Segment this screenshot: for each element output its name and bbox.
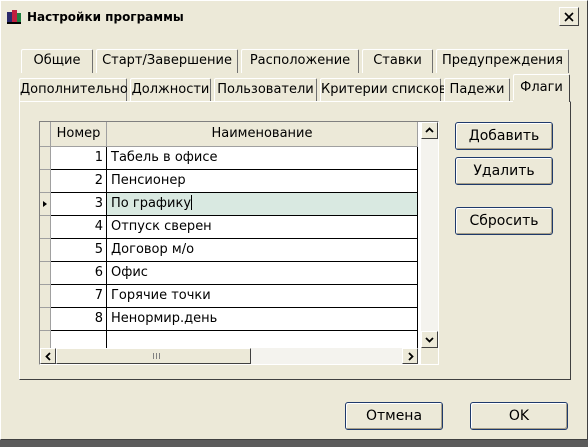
tab-start-finish[interactable]: Старт/Завершение [96, 49, 238, 73]
scroll-right-icon [408, 352, 414, 361]
table-row[interactable]: 2 Пенсионер [40, 170, 418, 193]
cell-number[interactable]: 6 [51, 262, 107, 285]
cell-name-editing[interactable]: По графику [107, 193, 418, 216]
background-strip [0, 440, 588, 447]
cell-number[interactable]: 8 [51, 308, 107, 331]
scroll-up-icon [425, 127, 434, 133]
cell-number[interactable]: 7 [51, 285, 107, 308]
cell-name[interactable]: Договор м/о [107, 239, 418, 262]
tab-warnings[interactable]: Предупреждения [436, 49, 569, 73]
row-indicator[interactable] [40, 331, 51, 348]
cancel-button[interactable]: Отмена [345, 402, 443, 430]
cell-name[interactable]: Горячие точки [107, 285, 418, 308]
cell-number[interactable]: 5 [51, 239, 107, 262]
horizontal-scrollbar[interactable] [40, 348, 418, 364]
table-row[interactable]: 4 Отпуск сверен [40, 216, 418, 239]
cell-name[interactable]: Ненормир.день [107, 308, 418, 331]
scrollbar-corner [421, 348, 438, 364]
reset-button[interactable]: Сбросить [455, 207, 553, 235]
table-row[interactable]: 1 Табель в офисе [40, 147, 418, 170]
table-row[interactable]: 6 Офис [40, 262, 418, 285]
column-header-name[interactable]: Наименование [107, 122, 418, 147]
cell-number[interactable]: 3 [51, 193, 107, 216]
close-icon [564, 12, 574, 22]
scroll-right-button[interactable] [402, 348, 418, 364]
cell-number[interactable]: 4 [51, 216, 107, 239]
cell-name[interactable]: Пенсионер [107, 170, 418, 193]
table-row[interactable] [40, 331, 418, 348]
table-header: Номер Наименование [40, 122, 418, 147]
add-button[interactable]: Добавить [455, 122, 553, 150]
thumb-grip [153, 353, 161, 359]
text-caret [191, 195, 193, 210]
active-tab-join [513, 100, 569, 103]
tab-list-criteria[interactable]: Критерии списков [320, 78, 447, 102]
settings-dialog: Настройки программы Общие Старт/Завершен… [0, 0, 588, 440]
vertical-scrollbar[interactable] [421, 122, 438, 348]
row-indicator[interactable] [40, 170, 51, 193]
tab-cases[interactable]: Падежи [444, 78, 510, 102]
row-indicator[interactable] [40, 262, 51, 285]
table-row[interactable]: 7 Горячие точки [40, 285, 418, 308]
row-indicator[interactable] [40, 239, 51, 262]
cell-name[interactable]: Отпуск сверен [107, 216, 418, 239]
app-icon [7, 10, 21, 24]
table-row[interactable]: 8 Ненормир.день [40, 308, 418, 331]
tab-layout[interactable]: Расположение [241, 49, 359, 73]
delete-button[interactable]: Удалить [455, 157, 553, 185]
tab-general[interactable]: Общие [21, 49, 93, 73]
cell-name-text: По графику [111, 196, 192, 211]
tab-positions[interactable]: Должности [130, 78, 211, 102]
tab-rates[interactable]: Ставки [362, 49, 433, 73]
table-row-selected[interactable]: 3 По графику [40, 193, 418, 216]
row-indicator[interactable] [40, 285, 51, 308]
title-bar[interactable]: Настройки программы [3, 4, 585, 30]
tab-users[interactable]: Пользователи [214, 78, 317, 102]
scroll-left-button[interactable] [40, 348, 56, 364]
scroll-left-icon [45, 352, 51, 361]
tab-additional[interactable]: Дополнительно [19, 78, 128, 102]
ok-button[interactable]: OK [470, 402, 568, 430]
row-indicator[interactable] [40, 147, 51, 170]
header-indicator [40, 122, 51, 147]
scroll-down-icon [425, 337, 434, 343]
tab-flags[interactable]: Флаги [513, 74, 570, 102]
scroll-down-button[interactable] [421, 331, 438, 348]
row-pointer-icon [43, 201, 47, 207]
cell-name[interactable] [107, 331, 418, 348]
cell-name[interactable]: Офис [107, 262, 418, 285]
row-indicator[interactable] [40, 308, 51, 331]
flags-table[interactable]: Номер Наименование 1 Табель в офисе 2 Пе… [39, 121, 439, 365]
cell-number[interactable] [51, 331, 107, 348]
column-header-number[interactable]: Номер [51, 122, 107, 147]
cell-number[interactable]: 2 [51, 170, 107, 193]
window-title: Настройки программы [27, 10, 184, 24]
row-indicator[interactable] [40, 193, 51, 216]
cell-number[interactable]: 1 [51, 147, 107, 170]
close-button[interactable] [559, 7, 579, 26]
row-indicator[interactable] [40, 216, 51, 239]
cell-name[interactable]: Табель в офисе [107, 147, 418, 170]
table-row[interactable]: 5 Договор м/о [40, 239, 418, 262]
scroll-up-button[interactable] [421, 122, 438, 139]
horizontal-scroll-thumb[interactable] [56, 348, 251, 364]
